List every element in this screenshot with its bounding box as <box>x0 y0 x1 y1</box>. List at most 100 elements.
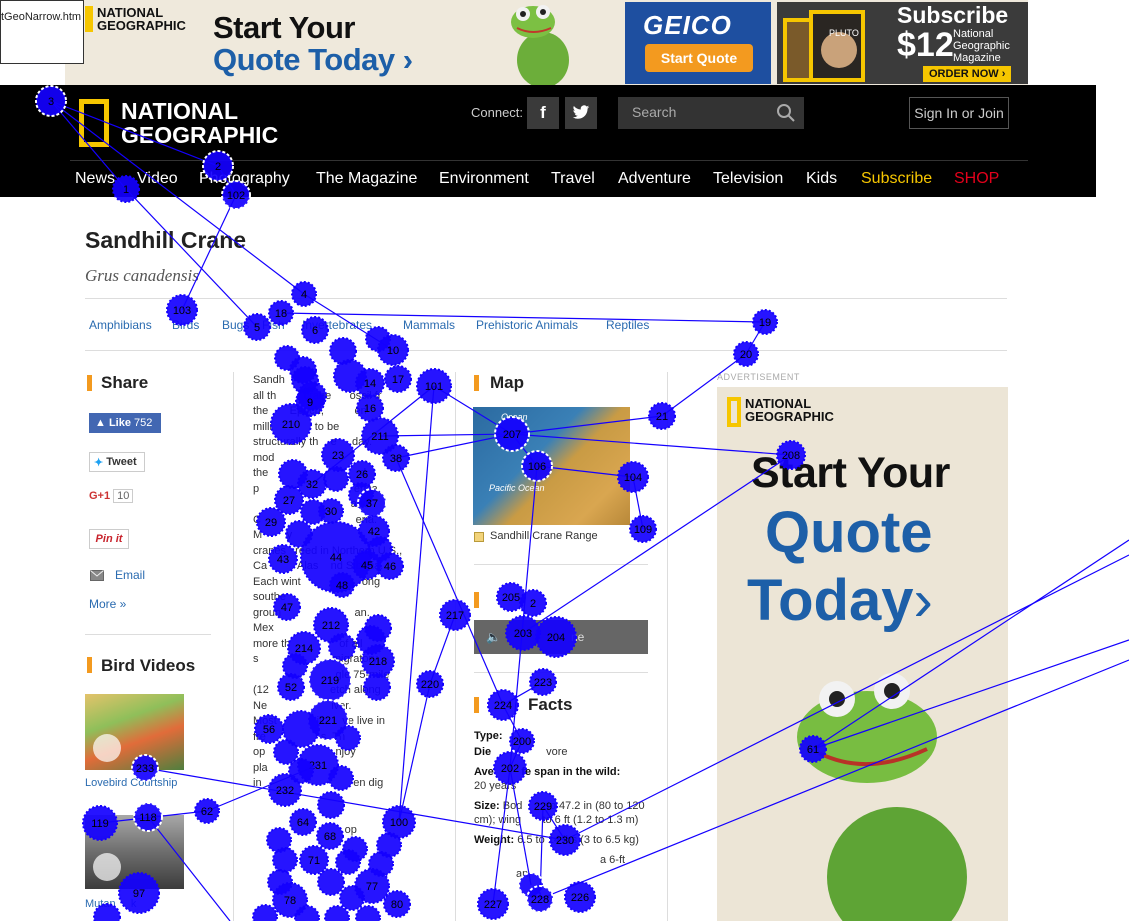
email-link[interactable]: Email <box>115 568 145 582</box>
google-plus-button[interactable]: G+1 10 <box>89 489 134 503</box>
facts-accent-bar <box>474 697 479 713</box>
category-amphibians[interactable]: Amphibians <box>89 318 152 332</box>
category-invertebrates[interactable]: Invertebrates <box>302 318 372 332</box>
gaze-marker: 77 <box>354 868 390 904</box>
nav-video[interactable]: Video <box>137 170 178 188</box>
speaker-icon[interactable]: 🔈 <box>486 630 501 644</box>
natgeo-logo-text[interactable]: NATIONAL GEOGRAPHIC <box>121 99 278 147</box>
category-bottom-divider <box>85 350 1007 351</box>
more-share-link[interactable]: More » <box>89 597 126 611</box>
gaze-marker: 20 <box>733 341 759 367</box>
article-line: and <box>253 498 370 510</box>
nav-kids[interactable]: Kids <box>806 170 837 188</box>
gaze-path-line <box>125 188 258 328</box>
category-reptiles[interactable]: Reptiles <box>606 318 649 332</box>
video-title-second[interactable]: Mutan k <box>85 898 136 910</box>
subscribe-price: $12 <box>897 26 954 64</box>
nav-adventure[interactable]: Adventure <box>618 170 691 188</box>
article-line: southe <box>253 591 287 603</box>
category-mammals[interactable]: Mammals <box>403 318 455 332</box>
gaze-marker <box>252 904 278 921</box>
header-divider <box>70 160 1028 161</box>
audio-divider <box>474 672 648 673</box>
gaze-marker-label: 227 <box>484 899 502 911</box>
twitter-bird-icon: ✦ <box>94 456 104 469</box>
natgeo-logo-icon[interactable] <box>79 99 109 147</box>
article-line: the Epoch, en <box>253 405 367 417</box>
gaze-marker-label: 205 <box>502 592 520 604</box>
article-line: Each wint ong <box>253 575 381 588</box>
gaze-marker <box>342 836 368 862</box>
site-header: NATIONAL GEOGRAPHIC Connect: f Search Sig… <box>0 85 1096 197</box>
nav-environment[interactable]: Environment <box>439 170 529 188</box>
start-quote-button[interactable]: Start Quote <box>645 44 753 72</box>
second-video-thumbnail[interactable] <box>85 815 184 889</box>
play-icon <box>93 853 121 881</box>
mag-cover-text: PLUTO <box>829 28 859 38</box>
email-icon[interactable] <box>90 570 104 581</box>
gaze-marker-label: 224 <box>494 700 512 712</box>
video-title-lovebird[interactable]: Lovebird Courtship <box>85 777 177 789</box>
nav-travel[interactable]: Travel <box>551 170 595 188</box>
right-ad-banner[interactable]: NATIONAL GEOGRAPHIC Start Your Quote Toda… <box>717 387 1008 921</box>
top-ad-banner[interactable]: NATIONAL GEOGRAPHIC Start Your Quote Toda… <box>65 0 1028 85</box>
legend-swatch <box>474 532 484 542</box>
gaze-marker-label: 109 <box>634 524 652 536</box>
category-birds[interactable]: Birds <box>172 318 199 332</box>
category-top-divider <box>85 298 1007 299</box>
play-icon <box>93 734 121 762</box>
pin-it-button[interactable]: Pin it <box>89 529 129 549</box>
sign-in-button[interactable]: Sign In or Join <box>909 97 1009 129</box>
article-line <box>253 792 453 808</box>
gaze-marker-label: 78 <box>284 895 296 907</box>
article-right-divider <box>455 372 456 921</box>
facebook-icon[interactable]: f <box>527 97 559 129</box>
connect-label: Connect: <box>471 105 524 120</box>
article-line: s migratory <box>253 653 378 665</box>
nav-photography[interactable]: Photography <box>199 170 290 188</box>
gaze-marker <box>339 885 365 911</box>
nav-subscribe[interactable]: Subscribe <box>861 170 932 188</box>
gaze-marker: 21 <box>648 402 676 430</box>
audio-player[interactable]: 🔈 ne <box>474 620 648 654</box>
gaze-marker: 224 <box>487 689 519 721</box>
article-line: C eria. <box>253 513 378 526</box>
range-map-image[interactable]: Ocean Pacific Ocean <box>473 407 630 525</box>
gaze-marker: 19 <box>752 309 778 335</box>
thumbs-up-icon: ▲ <box>95 417 109 429</box>
gaze-marker-label: 228 <box>531 894 549 906</box>
subscribe-title: Subscribe <box>897 2 1009 28</box>
gaze-marker <box>294 905 320 921</box>
twitter-icon[interactable] <box>565 97 597 129</box>
category-bugs[interactable]: Bugs <box>222 318 249 332</box>
gaze-marker: 226 <box>564 881 596 913</box>
nav-shop[interactable]: SHOP <box>954 170 999 188</box>
nav-television[interactable]: Television <box>713 170 783 188</box>
right-ad-line2: Quote <box>765 500 933 565</box>
article-line: (12 etch along <box>253 684 381 696</box>
category-fish[interactable]: Fish <box>262 318 285 332</box>
lovebird-video-thumbnail[interactable] <box>85 694 184 770</box>
gaze-marker-label: 77 <box>366 881 378 893</box>
article-line: op njoy <box>253 746 356 758</box>
order-now-button[interactable]: ORDER NOW › <box>923 66 1012 82</box>
tweet-button[interactable]: ✦ Tweet <box>89 452 145 472</box>
advertisement-label: ADVERTISEMENT <box>717 372 800 382</box>
nav-news[interactable]: News <box>75 170 115 188</box>
article-line: cranes reed in Northern U.S., <box>253 544 403 557</box>
gaze-marker: 71 <box>299 845 329 875</box>
right-column-divider <box>667 372 668 921</box>
facebook-like-button[interactable]: ▲ Like 752 <box>89 413 161 433</box>
article-line: the d <box>253 467 367 479</box>
gaze-marker-label: 5 <box>254 322 260 334</box>
gaze-marker <box>272 847 298 873</box>
gaze-marker: 80 <box>383 890 411 918</box>
geico-panel[interactable]: GEICO Start Quote <box>625 2 771 84</box>
gecko-mascot-icon <box>797 673 967 921</box>
subscribe-panel[interactable]: PLUTO Subscribe $12 National Geographic … <box>777 2 1028 84</box>
bird-videos-heading: Bird Videos <box>101 656 196 675</box>
gaze-marker <box>324 905 350 921</box>
search-icon[interactable] <box>776 103 796 123</box>
nav-the-magazine[interactable]: The Magazine <box>316 170 417 188</box>
category-prehistoric-animals[interactable]: Prehistoric Animals <box>476 318 578 332</box>
